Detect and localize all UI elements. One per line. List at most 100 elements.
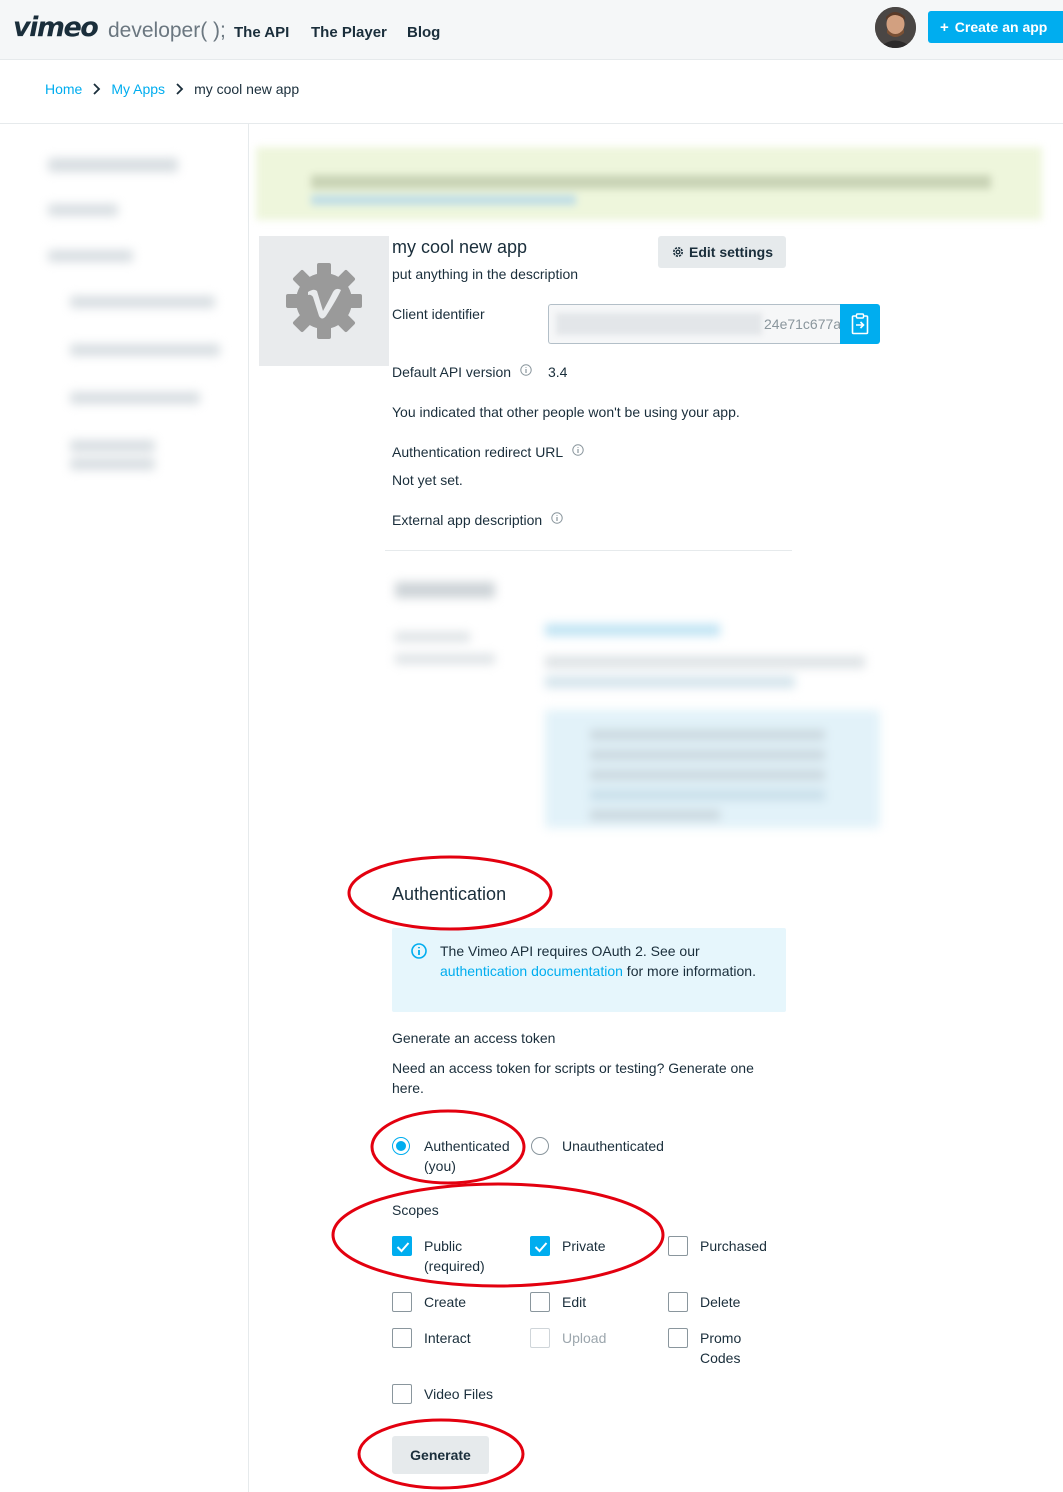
scopes-label: Scopes [392, 1202, 439, 1218]
radio-unauthenticated[interactable] [531, 1137, 549, 1155]
scope-edit-label[interactable]: Edit [562, 1292, 586, 1312]
oauth-info-suffix: for more information. [622, 963, 756, 979]
edit-settings-button[interactable]: Edit settings [658, 236, 786, 268]
sidebar-item[interactable] [70, 392, 200, 404]
radio-unauthenticated-label[interactable]: Unauthenticated [562, 1136, 664, 1156]
scope-interact-label[interactable]: Interact [424, 1328, 471, 1348]
info-icon[interactable] [520, 364, 532, 376]
authentication-documentation-link[interactable]: authentication documentation [440, 963, 623, 979]
sidebar-item[interactable] [48, 158, 178, 172]
sidebar-divider [248, 124, 249, 1492]
sidebar-item[interactable] [70, 344, 220, 356]
external-description-label: External app description [392, 512, 543, 528]
checkmark-icon [396, 1242, 410, 1253]
oauth-info-text: The Vimeo API requires OAuth 2. See our … [440, 941, 760, 981]
sidebar-item[interactable] [70, 440, 155, 452]
radio-authenticated-label-line2: (you) [424, 1158, 456, 1174]
authentication-heading: Authentication [392, 884, 507, 904]
sidebar-item[interactable] [70, 458, 155, 470]
developer-logo-text[interactable]: developer( ); [108, 19, 226, 43]
oauth-info-prefix: The Vimeo API requires OAuth 2. See our [440, 943, 700, 959]
nav-blog[interactable]: Blog [407, 24, 440, 41]
user-avatar[interactable] [875, 7, 916, 48]
radio-authenticated-label[interactable]: Authenticated (you) [424, 1136, 510, 1176]
copy-button[interactable] [840, 304, 880, 344]
scope-delete-checkbox[interactable] [668, 1292, 688, 1312]
sidebar-item[interactable] [70, 296, 215, 308]
scope-video-files-label[interactable]: Video Files [424, 1384, 493, 1404]
info-icon[interactable] [571, 444, 584, 456]
redacted-mask [556, 313, 762, 335]
app-logo [259, 236, 389, 366]
breadcrumb: Home My Apps my cool new app [45, 81, 299, 97]
redirect-url-label: Authentication redirect URL [392, 444, 563, 460]
scope-promo-codes-label[interactable]: Promo Codes [700, 1328, 741, 1368]
scope-promo-label-line2: Codes [700, 1350, 741, 1366]
create-app-button[interactable]: + Create an app [928, 11, 1063, 43]
blurred-section [380, 560, 900, 850]
breadcrumb-my-apps[interactable]: My Apps [111, 81, 165, 97]
api-version-value: 3.4 [548, 364, 568, 380]
create-app-label: Create an app [954, 19, 1048, 35]
scope-purchased-checkbox[interactable] [668, 1236, 688, 1256]
scope-create-label[interactable]: Create [424, 1292, 466, 1312]
radio-authenticated-label-line1: Authenticated [424, 1138, 510, 1154]
oauth-info-box: The Vimeo API requires OAuth 2. See our … [392, 928, 786, 1012]
usage-note: You indicated that other people won't be… [392, 404, 740, 420]
info-icon [411, 943, 427, 959]
scope-video-files-checkbox[interactable] [392, 1384, 412, 1404]
redirect-url-row: Authentication redirect URL [392, 444, 584, 460]
vimeo-logo[interactable]: vimeo [13, 12, 99, 43]
scope-edit-checkbox[interactable] [530, 1292, 550, 1312]
scope-purchased-label[interactable]: Purchased [700, 1236, 767, 1256]
annotation-ellipse [331, 1182, 665, 1288]
edit-settings-label: Edit settings [688, 244, 773, 260]
nav-the-player[interactable]: The Player [311, 24, 387, 41]
scope-create-checkbox[interactable] [392, 1292, 412, 1312]
scope-promo-codes-checkbox[interactable] [668, 1328, 688, 1348]
radio-authenticated[interactable] [392, 1137, 410, 1155]
chevron-right-icon [93, 83, 101, 95]
info-icon[interactable] [551, 512, 563, 524]
scope-private-checkbox[interactable] [530, 1236, 550, 1256]
scope-upload-checkbox[interactable] [530, 1328, 550, 1348]
generate-token-help: Need an access token for scripts or test… [392, 1060, 754, 1096]
scope-public-label[interactable]: Public (required) [424, 1236, 485, 1276]
client-identifier-field[interactable]: 24e71c677a [548, 304, 842, 344]
generate-button[interactable]: Generate [392, 1436, 489, 1474]
plus-icon: + [940, 18, 949, 36]
client-identifier-label: Client identifier [392, 306, 485, 322]
sidebar-item[interactable] [48, 250, 133, 262]
breadcrumb-home[interactable]: Home [45, 81, 82, 97]
client-identifier-value: 24e71c677a [764, 316, 842, 332]
scope-promo-label-line1: Promo [700, 1330, 742, 1346]
scope-interact-checkbox[interactable] [392, 1328, 412, 1348]
checkmark-icon [534, 1242, 548, 1253]
app-name: my cool new app [392, 237, 528, 257]
chevron-right-icon [176, 83, 184, 95]
breadcrumb-current: my cool new app [194, 81, 300, 97]
notice-banner-blurred [256, 147, 1042, 220]
api-version-row: Default API version [392, 364, 532, 380]
section-divider [385, 550, 792, 551]
api-version-label: Default API version [392, 364, 512, 380]
vimeo-gear-icon [286, 263, 362, 339]
nav-the-api[interactable]: The API [234, 24, 289, 41]
sidebar-blurred [30, 140, 240, 500]
redirect-url-value: Not yet set. [392, 472, 463, 488]
scope-public-checkbox[interactable] [392, 1236, 412, 1256]
breadcrumb-divider [0, 123, 1063, 124]
clipboard-icon [851, 313, 869, 335]
scope-public-label-line2: (required) [424, 1258, 485, 1274]
scope-delete-label[interactable]: Delete [700, 1292, 740, 1312]
app-description: put anything in the description [392, 266, 579, 282]
scope-private-label[interactable]: Private [562, 1236, 606, 1256]
avatar-image [875, 7, 916, 48]
generate-token-label: Generate an access token [392, 1030, 556, 1046]
scope-public-label-line1: Public [424, 1238, 463, 1254]
scope-upload-label[interactable]: Upload [562, 1328, 606, 1348]
sidebar-item[interactable] [48, 204, 118, 216]
top-header: vimeo developer( ); The API The Player B… [0, 0, 1063, 60]
gear-icon [672, 247, 683, 257]
external-description-row: External app description [392, 512, 563, 528]
